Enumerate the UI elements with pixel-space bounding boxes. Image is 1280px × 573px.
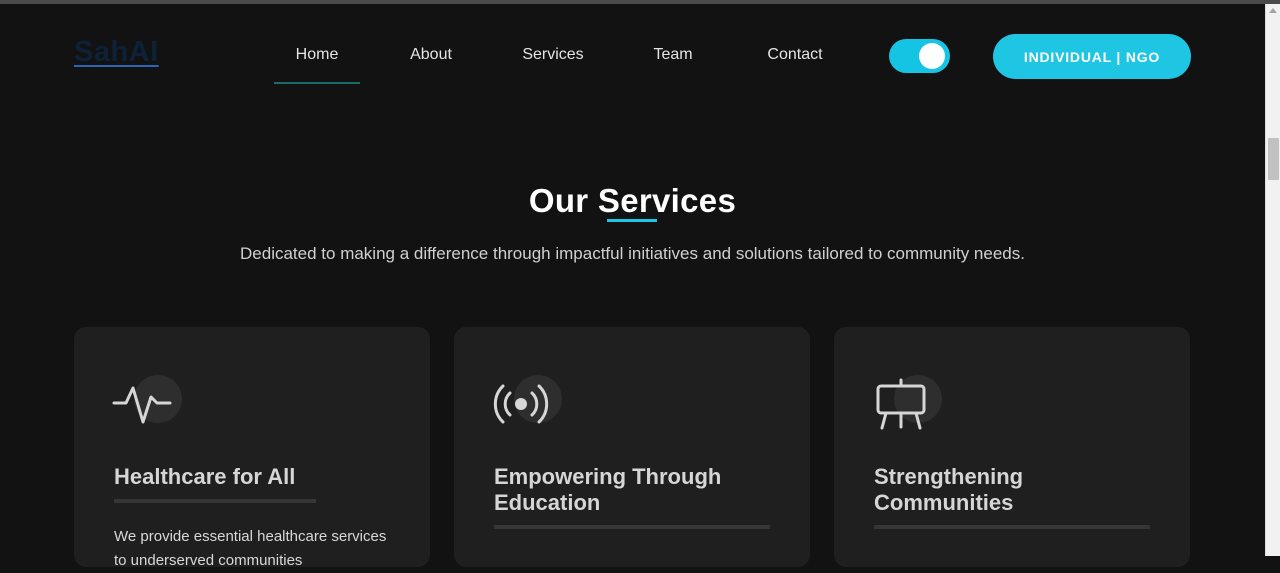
pulse-icon <box>112 375 184 431</box>
service-card-communities[interactable]: Strengthening Communities <box>834 327 1190 567</box>
vertical-scrollbar[interactable] <box>1265 4 1280 556</box>
card-divider <box>114 499 316 503</box>
card-title: Strengthening Communities <box>874 464 1024 515</box>
scroll-thumb[interactable] <box>1268 138 1279 180</box>
theme-toggle[interactable] <box>889 39 950 73</box>
card-title: Empowering Through Education <box>494 464 722 515</box>
service-card-education[interactable]: Empowering Through Education <box>454 327 810 567</box>
nav-team[interactable]: Team <box>642 46 704 64</box>
nav-contact[interactable]: Contact <box>754 46 836 64</box>
nav-services[interactable]: Services <box>510 46 596 64</box>
card-description: We provide essential healthcare services… <box>114 528 387 569</box>
service-card-healthcare[interactable]: Healthcare for All We provide essential … <box>74 327 430 569</box>
nav-home[interactable]: Home <box>274 46 360 64</box>
logo[interactable]: SahAI <box>74 36 159 69</box>
card-title: Healthcare for All <box>114 464 296 489</box>
section-title: Our Services <box>528 182 737 219</box>
individual-ngo-button[interactable]: INDIVIDUAL | NGO <box>993 34 1191 79</box>
broadcast-icon <box>492 375 564 431</box>
nav-about[interactable]: About <box>396 46 466 64</box>
nav-active-indicator <box>274 82 360 84</box>
card-divider <box>494 525 770 529</box>
card-divider <box>874 525 1150 529</box>
toggle-knob <box>919 43 945 69</box>
scroll-up-icon[interactable] <box>1269 8 1277 13</box>
easel-icon <box>872 375 944 431</box>
section-subtitle: Dedicated to making a difference through… <box>240 244 1025 263</box>
title-underline <box>607 219 657 222</box>
